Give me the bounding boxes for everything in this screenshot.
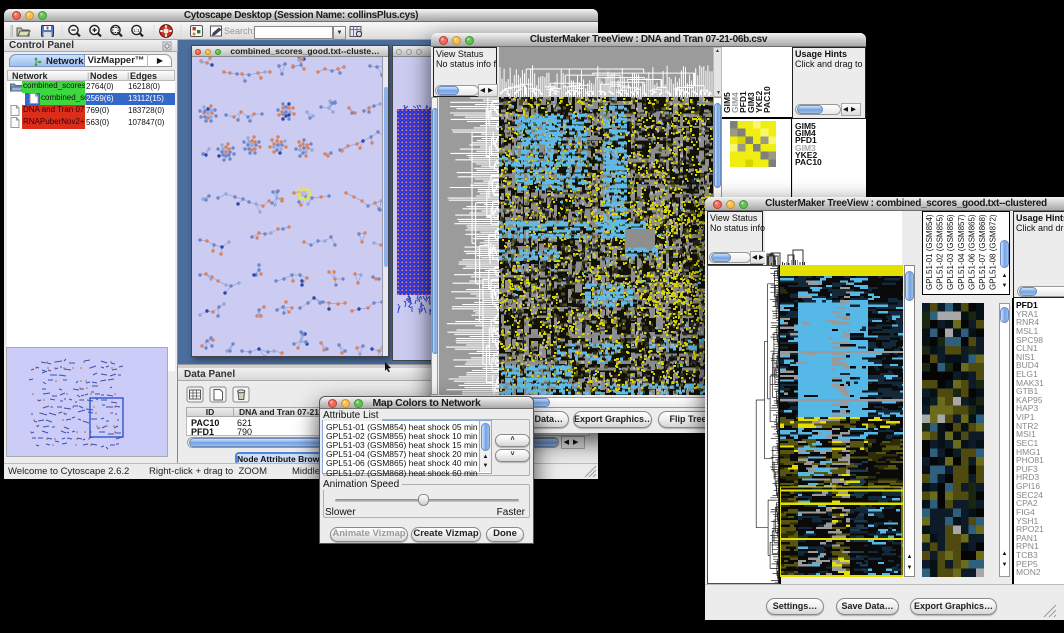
svg-text:GPL51-01 (GSM854): GPL51-01 (GSM854)	[925, 214, 934, 290]
svg-text:Search:: Search:	[224, 26, 255, 36]
svg-text:GPL51-02 (GSM855): GPL51-02 (GSM855)	[936, 214, 945, 290]
svg-text:GPL51-06 (GSM865): GPL51-06 (GSM865)	[967, 214, 976, 290]
svg-text:GPL51-07 (GSM868): GPL51-07 (GSM868)	[978, 214, 987, 290]
svg-text:GPL51-03 (GSM856): GPL51-03 (GSM856)	[946, 214, 955, 290]
svg-text:GPL51-04 (GSM857): GPL51-04 (GSM857)	[957, 214, 966, 290]
svg-text:1:1: 1:1	[133, 28, 140, 33]
svg-text:GPL51-08 (GSM872): GPL51-08 (GSM872)	[989, 214, 998, 290]
svg-text:PAC10: PAC10	[762, 86, 772, 113]
